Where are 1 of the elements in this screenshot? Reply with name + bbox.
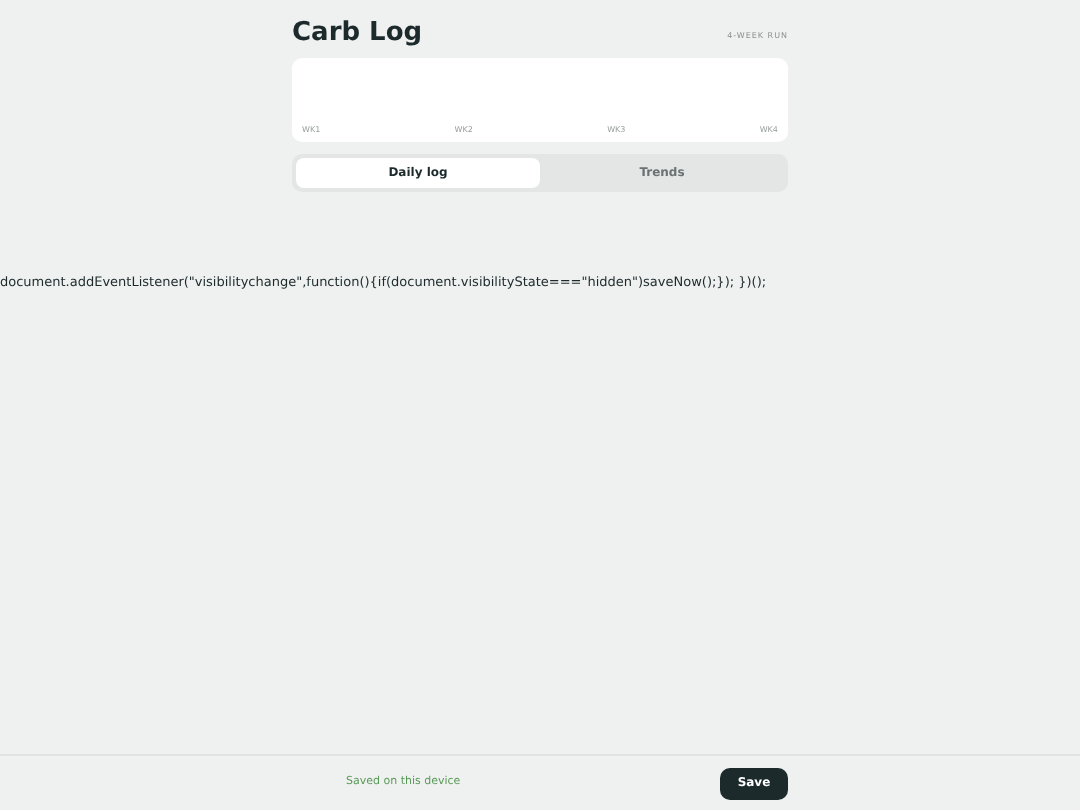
page-title: Carb Log [292,18,423,50]
